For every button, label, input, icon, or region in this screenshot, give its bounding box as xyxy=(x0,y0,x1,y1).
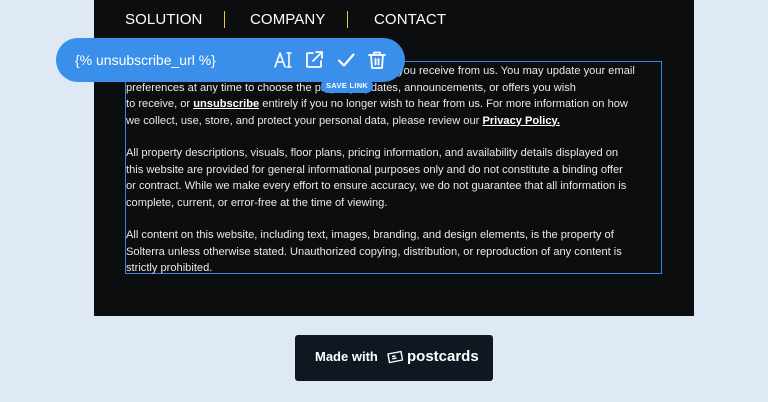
text-format-icon[interactable] xyxy=(272,49,294,71)
nav-link-contact[interactable]: CONTACT xyxy=(374,10,446,30)
nav-separator xyxy=(347,11,348,28)
text-line: to receive, or unsubscribe entirely if y… xyxy=(126,96,662,113)
text-line: Solterra unless otherwise stated. Unauth… xyxy=(126,245,622,258)
text-line: All property descriptions, visuals, floo… xyxy=(126,147,619,159)
text-fragment: entirely if you no longer wish to hear f… xyxy=(259,98,628,110)
postcards-logo-icon xyxy=(386,349,404,365)
link-editor-toolbar: {% unsubscribe_url %} xyxy=(56,38,405,82)
selected-text-block[interactable]: you receive from us. You may update your… xyxy=(125,61,662,274)
text-fragment: preferences at any time to choose the xyxy=(126,81,315,94)
nav-bar: SOLUTION COMPANY CONTACT xyxy=(94,10,694,32)
text-line: complete, current, or error-free at the … xyxy=(126,196,388,209)
text-line: strictly prohibited. xyxy=(126,262,213,274)
nav-link-company[interactable]: COMPANY xyxy=(250,10,325,30)
check-icon[interactable] xyxy=(335,49,357,71)
copyright-paragraph: All content on this website, including t… xyxy=(126,227,662,277)
save-link-tooltip: SAVE LINK xyxy=(321,79,374,93)
text-fragment: to receive, or xyxy=(126,98,194,110)
nav-link-solution[interactable]: SOLUTION xyxy=(125,10,202,30)
merge-tag-field[interactable]: {% unsubscribe_url %} xyxy=(75,51,216,69)
text-line: we collect, use, store, and protect your… xyxy=(126,113,662,130)
disclaimer-paragraph: All property descriptions, visuals, floo… xyxy=(126,145,662,211)
open-link-icon[interactable] xyxy=(303,49,325,71)
badge-label: Made with xyxy=(315,349,378,364)
privacy-policy-link[interactable]: Privacy Policy. xyxy=(482,115,560,127)
nav-separator xyxy=(224,11,225,28)
text-fragment: we collect, use, store, and protect your… xyxy=(126,114,483,127)
made-with-postcards-badge[interactable]: Made with postcards xyxy=(295,335,493,381)
badge-brand: postcards xyxy=(407,348,479,365)
text-line: or contract. While we make every effort … xyxy=(126,180,627,192)
text-line: this website are provided for general in… xyxy=(126,163,623,176)
trash-icon[interactable] xyxy=(366,49,388,71)
unsubscribe-link[interactable]: unsubscribe xyxy=(193,98,259,110)
text-line: All content on this website, including t… xyxy=(126,229,614,241)
